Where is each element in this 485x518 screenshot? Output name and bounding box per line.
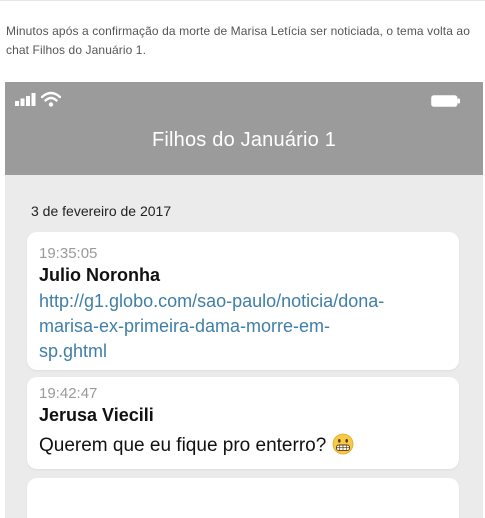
chat-header: Filhos do Januário 1 — [5, 120, 483, 175]
message-sender: Jerusa Viecili — [39, 405, 154, 425]
grimacing-face-icon — [332, 433, 354, 455]
message-time: 19:42:47 — [39, 385, 98, 402]
chat-screen: Filhos do Januário 1 3 de fevereiro de 2… — [5, 82, 483, 518]
message-link[interactable]: http://g1.globo.com/sao-paulo/noticia/do… — [39, 289, 449, 364]
article-caption: Minutos após a confirmação da morte de M… — [6, 24, 470, 57]
wifi-icon — [41, 91, 61, 107]
message-bubble: 19:35:05 Julio Noronha http://g1.globo.c… — [27, 232, 459, 370]
date-separator: 3 de fevereiro de 2017 — [31, 203, 172, 219]
top-divider — [0, 0, 485, 1]
message-text-row: Querem que eu fique pro enterro? — [39, 433, 354, 457]
message-text: Querem que eu fique pro enterro? — [39, 435, 327, 456]
message-bubble: 19:42:47 Jerusa Viecili Querem que eu fi… — [27, 377, 459, 469]
chat-title: Filhos do Januário 1 — [151, 129, 337, 151]
signal-bars-icon — [15, 93, 36, 106]
message-time: 19:35:05 — [39, 245, 98, 262]
battery-icon — [431, 95, 460, 107]
message-bubble-partial — [27, 478, 459, 518]
message-sender: Julio Noronha — [39, 265, 160, 285]
status-bar — [5, 82, 483, 120]
